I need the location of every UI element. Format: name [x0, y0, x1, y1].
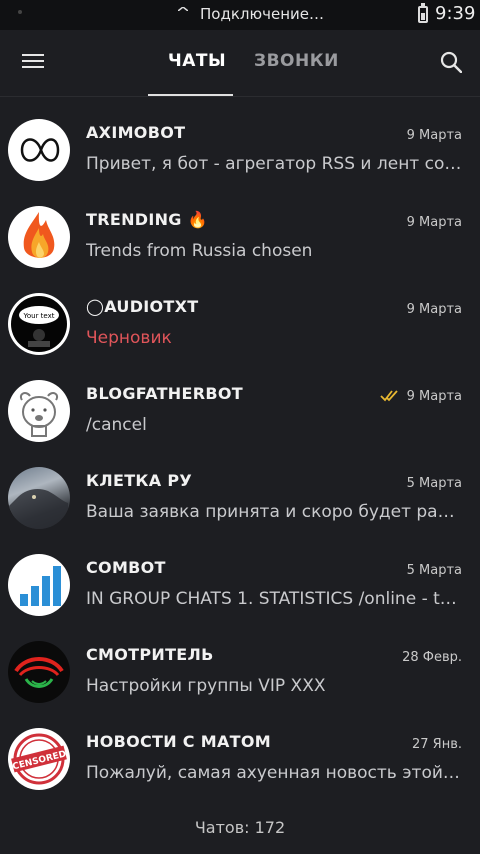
- connection-status: Подключение…: [200, 5, 324, 23]
- censored-stamp-avatar: CENSORED: [8, 728, 70, 790]
- chat-preview: /cancel: [86, 415, 147, 435]
- chat-date: 9 Марта: [406, 128, 462, 143]
- chat-count: Чатов: 172: [194, 818, 286, 837]
- chat-name: КЛЕТКА РУ: [86, 471, 193, 490]
- flame-avatar: [8, 206, 70, 268]
- active-tab-indicator: [148, 94, 233, 96]
- your-text-avatar: Your text: [8, 293, 70, 355]
- chat-date: 28 Февр.: [402, 650, 462, 665]
- tab-calls[interactable]: ЗВОНКИ: [254, 51, 339, 71]
- chat-preview: Пожалуй, самая ахуенная новость этой…: [86, 763, 460, 783]
- chat-name: AXIMOBOT: [86, 123, 186, 142]
- signal-icon: [18, 10, 22, 14]
- chat-row[interactable]: СМОТРИТЕЛЬ 28 Февр. Настройки группы VIP…: [0, 619, 480, 706]
- chat-date: 5 Марта: [406, 476, 462, 491]
- chat-preview: Trends from Russia chosen: [86, 241, 313, 261]
- chat-name: TRENDING 🔥: [86, 210, 208, 229]
- chat-name: COMBOT: [86, 558, 166, 577]
- tab-chats[interactable]: ЧАТЫ: [168, 51, 226, 71]
- menu-icon[interactable]: [22, 52, 44, 70]
- chat-date: 5 Марта: [406, 563, 462, 578]
- battery-icon: [418, 3, 428, 23]
- dog-avatar: [8, 380, 70, 442]
- chat-row[interactable]: TRENDING 🔥 9 Марта Trends from Russia ch…: [0, 184, 480, 271]
- chat-row[interactable]: КЛЕТКА РУ 5 Марта Ваша заявка принята и …: [0, 445, 480, 532]
- chat-row[interactable]: Your text ◯AUDIOTXT 9 Марта Черновик: [0, 271, 480, 358]
- chat-date: 9 Марта: [406, 389, 462, 404]
- clock: 9:39: [435, 3, 476, 24]
- chat-name: ◯AUDIOTXT: [86, 297, 199, 316]
- network-icon: [178, 7, 188, 11]
- eye-avatar: [8, 641, 70, 703]
- chat-row[interactable]: COMBOT 5 Марта IN GROUP CHATS 1. STATIST…: [0, 532, 480, 619]
- chat-name: BLOGFATHERBOT: [86, 384, 243, 403]
- chat-date: 9 Марта: [406, 215, 462, 230]
- status-bar: Подключение… 9:39: [0, 0, 480, 30]
- wolf-photo-avatar: [8, 467, 70, 529]
- chat-row[interactable]: BLOGFATHERBOT 9 Марта /cancel: [0, 358, 480, 445]
- bar-chart-avatar: [8, 554, 70, 616]
- app-bar: ЧАТЫ ЗВОНКИ: [0, 30, 480, 97]
- chat-preview: IN GROUP CHATS 1. STATISTICS /online - t…: [86, 589, 457, 609]
- chat-preview: Ваша заявка принята и скоро будет рас…: [86, 502, 462, 522]
- read-checkmarks-icon: [380, 390, 398, 402]
- chat-date: 27 Янв.: [411, 737, 462, 752]
- avatar-caption: Your text: [23, 312, 55, 320]
- chat-name: СМОТРИТЕЛЬ: [86, 645, 214, 664]
- chat-name: НОВОСТИ С МАТОМ: [86, 732, 271, 751]
- chat-date: 9 Марта: [406, 302, 462, 317]
- draft-label: Черновик: [86, 328, 172, 348]
- chat-preview: Привет, я бот - агрегатор RSS и лент соц…: [86, 154, 462, 174]
- chat-row[interactable]: CENSORED НОВОСТИ С МАТОМ 27 Янв. Пожалуй…: [0, 706, 480, 793]
- search-icon[interactable]: [440, 51, 462, 73]
- chat-row[interactable]: AXIMOBOT 9 Марта Привет, я бот - агрегат…: [0, 97, 480, 184]
- infinity-logo-avatar: [8, 119, 70, 181]
- chat-preview: Настройки группы VIP XXX: [86, 676, 326, 696]
